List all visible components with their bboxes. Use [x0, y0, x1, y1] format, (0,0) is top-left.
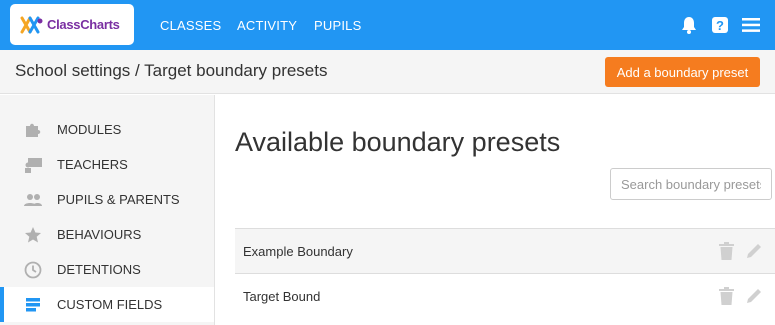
star-icon	[24, 226, 42, 244]
preset-name: Target Bound	[243, 288, 321, 304]
edit-pencil-icon[interactable]	[745, 242, 763, 263]
menu-icon[interactable]	[741, 15, 761, 35]
breadcrumb: School settings / Target boundary preset…	[15, 61, 328, 80]
puzzle-icon	[24, 121, 42, 139]
add-boundary-preset-button[interactable]: Add a boundary preset	[605, 57, 760, 87]
nav-classes[interactable]: CLASSES	[160, 0, 221, 50]
trash-icon[interactable]	[719, 242, 734, 263]
clock-icon	[24, 261, 42, 279]
sidebar-item-modules[interactable]: MODULES	[0, 112, 214, 147]
sidebar-item-behaviours[interactable]: BEHAVIOURS	[0, 217, 214, 252]
page-header: School settings / Target boundary preset…	[0, 50, 775, 94]
sidebar-item-label: DETENTIONS	[57, 262, 141, 277]
people-icon	[24, 191, 42, 209]
logo-text: ClassCharts	[47, 17, 120, 32]
logo-mark-icon	[20, 16, 44, 34]
classcharts-logo[interactable]: ClassCharts	[10, 4, 134, 45]
nav-pupils[interactable]: PUPILS	[314, 0, 361, 50]
edit-pencil-icon[interactable]	[745, 287, 763, 308]
trash-icon[interactable]	[719, 287, 734, 308]
sidebar-item-custom-fields[interactable]: CUSTOM FIELDS	[0, 287, 214, 322]
presets-table: Example Boundary Target Bound	[235, 228, 775, 318]
list-icon	[24, 296, 42, 314]
table-row: Example Boundary	[235, 228, 775, 273]
settings-sidebar: MODULES TEACHERS PUPILS & PARENTS BEHAVI…	[0, 95, 215, 325]
sidebar-item-label: MODULES	[57, 122, 122, 137]
bell-icon[interactable]	[679, 15, 699, 35]
nav-activity[interactable]: ACTIVITY	[237, 0, 297, 50]
svg-text:?: ?	[716, 18, 724, 33]
sidebar-item-label: BEHAVIOURS	[57, 227, 142, 242]
page-title: Available boundary presets	[235, 127, 561, 157]
sidebar-item-label: TEACHERS	[57, 157, 128, 172]
search-input[interactable]	[610, 168, 772, 200]
table-row: Target Bound	[235, 273, 775, 318]
preset-name: Example Boundary	[243, 243, 353, 259]
sidebar-item-pupils-parents[interactable]: PUPILS & PARENTS	[0, 182, 214, 217]
sidebar-item-detentions[interactable]: DETENTIONS	[0, 252, 214, 287]
sidebar-item-label: CUSTOM FIELDS	[57, 297, 163, 312]
sidebar-item-teachers[interactable]: TEACHERS	[0, 147, 214, 182]
top-navbar: ClassCharts CLASSES ACTIVITY PUPILS ?	[0, 0, 775, 50]
help-icon[interactable]: ?	[710, 15, 730, 35]
teachers-icon	[24, 156, 42, 174]
sidebar-item-label: PUPILS & PARENTS	[57, 192, 180, 207]
